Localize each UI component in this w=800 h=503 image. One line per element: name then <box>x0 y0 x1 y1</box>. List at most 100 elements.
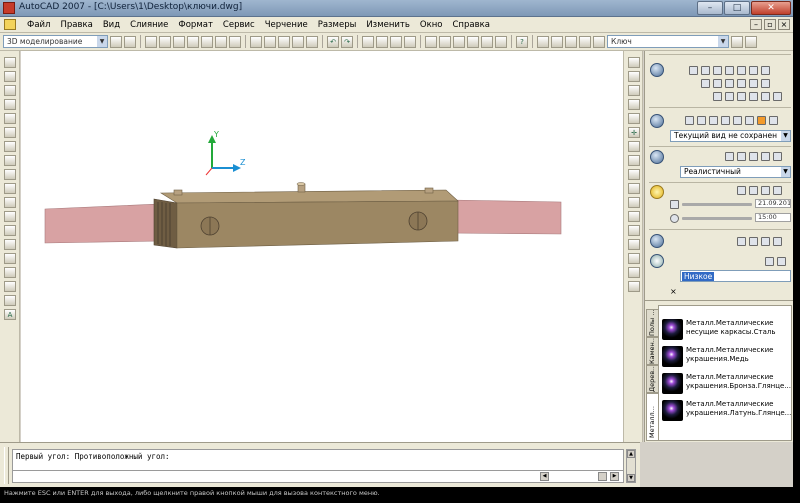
tool-palettes-icon[interactable] <box>453 35 465 48</box>
make-block-icon[interactable] <box>4 225 16 236</box>
mirror-icon[interactable] <box>628 85 640 96</box>
point-icon[interactable] <box>4 239 16 250</box>
copy-object-icon[interactable] <box>628 71 640 82</box>
autocad-app-icon[interactable] <box>3 2 15 14</box>
parallel-projection-icon[interactable] <box>769 116 778 125</box>
material-item[interactable]: Металл.Металлические украшения.Бронза.Гл… <box>662 372 791 396</box>
3d-wireframe-icon[interactable] <box>737 152 746 161</box>
scroll-left-icon[interactable]: ◀ <box>540 472 549 481</box>
realistic-style-icon[interactable] <box>773 152 782 161</box>
new-file-icon[interactable] <box>145 35 157 48</box>
region-icon[interactable] <box>4 281 16 292</box>
pan-icon[interactable] <box>362 35 374 48</box>
date-field[interactable]: 21.09.2011 <box>755 199 791 208</box>
rectangle-icon[interactable] <box>4 113 16 124</box>
paste-icon[interactable] <box>278 35 290 48</box>
chevron-down-icon[interactable]: ▼ <box>97 36 107 47</box>
close-button[interactable]: ✕ <box>751 1 791 15</box>
tab-stone[interactable]: Камен... <box>646 337 658 365</box>
print-preview-icon[interactable] <box>201 35 213 48</box>
corner-pin-right[interactable] <box>424 187 434 194</box>
date-slider[interactable] <box>682 203 752 206</box>
render-icon[interactable] <box>765 257 774 266</box>
publish-icon[interactable] <box>215 35 227 48</box>
layer-combo[interactable]: Ключ ▼ <box>607 35 729 48</box>
tab-wood[interactable]: Дерев... <box>646 365 658 393</box>
layer-freeze-icon[interactable] <box>565 35 577 48</box>
pyramid-solid-icon[interactable] <box>761 66 770 75</box>
layer-manager-icon[interactable] <box>537 35 549 48</box>
table-icon[interactable] <box>4 295 16 306</box>
3d-orbit-icon[interactable] <box>685 116 694 125</box>
scroll-down-icon[interactable]: ▼ <box>627 474 635 482</box>
scroll-right-icon[interactable]: ▶ <box>610 472 619 481</box>
workspace-save-icon[interactable] <box>124 35 136 48</box>
interfere-icon[interactable] <box>761 92 770 101</box>
block-editor-icon[interactable] <box>306 35 318 48</box>
hidden-style-icon[interactable] <box>749 152 758 161</box>
3d-navigate-section-icon[interactable] <box>650 114 664 128</box>
layer-on-icon[interactable] <box>551 35 563 48</box>
3d-make-section-icon[interactable] <box>650 63 664 77</box>
section-plane-icon[interactable] <box>773 92 782 101</box>
sheet-set-manager-icon[interactable] <box>467 35 479 48</box>
render-section-icon[interactable] <box>650 254 664 268</box>
gradient-icon[interactable] <box>4 267 16 278</box>
render-settings-icon[interactable] <box>777 257 786 266</box>
time-slider[interactable] <box>682 217 752 220</box>
print-icon[interactable] <box>187 35 199 48</box>
design-center-icon[interactable] <box>439 35 451 48</box>
menu-file[interactable]: Файл <box>22 20 55 30</box>
close-x-icon[interactable]: × <box>670 287 679 296</box>
calendar-icon[interactable] <box>670 200 679 209</box>
time-field[interactable]: 15:00 <box>755 213 791 222</box>
cut-icon[interactable] <box>250 35 262 48</box>
layer-previous-icon[interactable] <box>745 35 757 48</box>
layer-lock-icon[interactable] <box>579 35 591 48</box>
extrude-icon[interactable] <box>701 79 710 88</box>
model-viewport[interactable]: Y Z <box>21 51 623 442</box>
materials-section-icon[interactable] <box>650 234 664 248</box>
materials-icon-4[interactable] <box>773 237 782 246</box>
tab-floors[interactable]: Полы ... <box>646 309 658 337</box>
insert-block-icon[interactable] <box>4 211 16 222</box>
3d-zoom-icon[interactable] <box>709 116 718 125</box>
3d-dwf-icon[interactable] <box>229 35 241 48</box>
document-icon[interactable] <box>4 19 16 30</box>
menu-dimension[interactable]: Размеры <box>313 20 362 30</box>
hatch-icon[interactable] <box>4 253 16 264</box>
render-quality-combo[interactable]: Низкое <box>680 270 791 282</box>
light-icon-3[interactable] <box>761 186 770 195</box>
stretch-icon[interactable] <box>628 169 640 180</box>
markup-set-icon[interactable] <box>481 35 493 48</box>
union-icon[interactable] <box>725 92 734 101</box>
command-scrollbar[interactable]: ▲ ▼ <box>626 449 636 483</box>
multiline-text-icon[interactable]: A <box>4 309 16 320</box>
3d-pan-icon[interactable] <box>697 116 706 125</box>
save-icon[interactable] <box>173 35 185 48</box>
chevron-down-icon[interactable]: ▼ <box>718 36 728 47</box>
corner-pin-left[interactable] <box>173 189 183 196</box>
doc-close-icon[interactable]: × <box>778 19 790 30</box>
array-icon[interactable] <box>628 113 640 124</box>
help-icon[interactable]: ? <box>516 35 528 48</box>
walk-icon[interactable] <box>721 116 730 125</box>
2d-wireframe-icon[interactable] <box>725 152 734 161</box>
polyline-icon[interactable] <box>4 85 16 96</box>
fillet-icon[interactable] <box>628 267 640 278</box>
clock-icon[interactable] <box>670 214 679 223</box>
slice-icon[interactable] <box>713 92 722 101</box>
materials-icon-1[interactable] <box>737 237 746 246</box>
menu-view[interactable]: Вид <box>98 20 125 30</box>
menu-draw[interactable]: Черчение <box>260 20 313 30</box>
menu-window[interactable]: Окно <box>415 20 448 30</box>
named-view-combo[interactable]: Текущий вид не сохранен ▼ <box>670 130 791 142</box>
material-item[interactable]: Металл.Металлические украшения.Медь <box>662 345 790 369</box>
command-hscrollbar[interactable]: ◀ ▶ <box>540 471 620 482</box>
material-item[interactable]: Металл.Металлические несущие каркасы.Ста… <box>662 318 790 342</box>
redo-icon[interactable]: ↷ <box>341 35 353 48</box>
light-icon-1[interactable] <box>737 186 746 195</box>
workspace-combo[interactable]: 3D моделирование ▼ <box>3 35 108 48</box>
scroll-up-icon[interactable]: ▲ <box>627 450 635 458</box>
match-properties-icon[interactable] <box>292 35 304 48</box>
